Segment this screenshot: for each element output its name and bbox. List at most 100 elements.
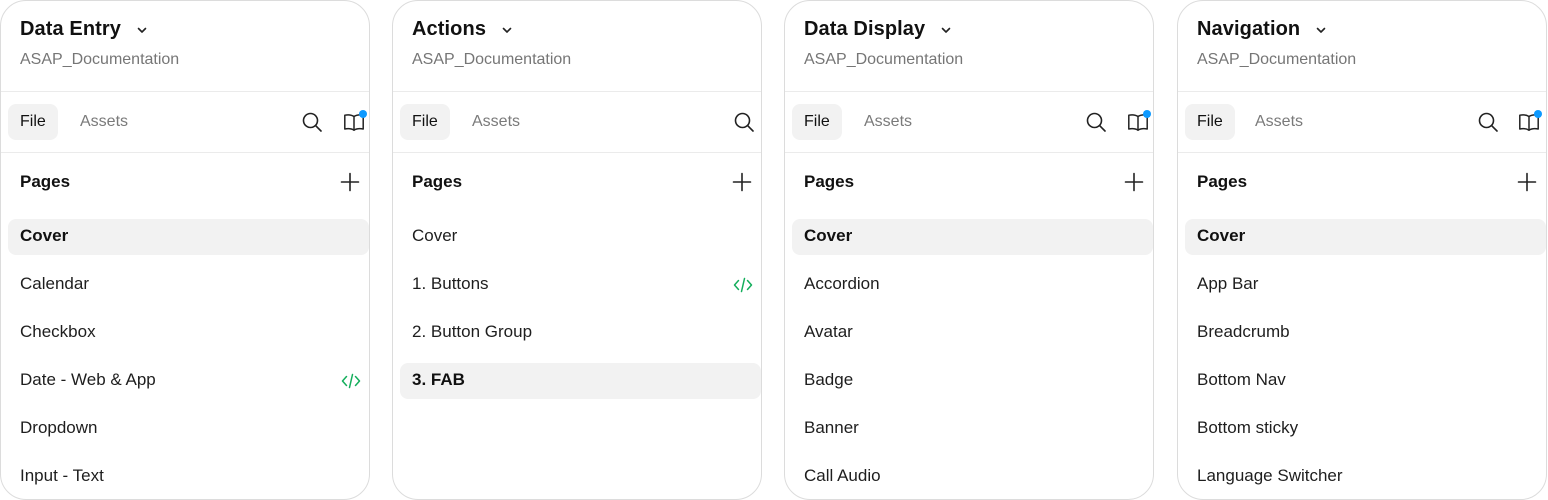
page-list: Cover App Bar Breadcrumb Bottom Nav Bott… [1178, 217, 1546, 499]
tab-assets[interactable]: Assets [852, 104, 924, 140]
file-title[interactable]: Data Display [804, 18, 925, 41]
page-item[interactable]: 3. FAB [393, 361, 761, 409]
page-item[interactable]: Cover [785, 217, 1153, 265]
page-item-label: Call Audio [804, 466, 881, 485]
page-item-label: Date - Web & App [20, 370, 156, 389]
layers-panel-actions: Actions ASAP_Documentation File Assets P… [392, 0, 762, 500]
panel-header: Navigation ASAP_Documentation [1178, 1, 1546, 92]
pages-label: Pages [1197, 172, 1248, 191]
page-list: Cover Calendar Checkbox Date - Web & App… [1, 217, 369, 499]
page-item[interactable]: Badge [785, 361, 1153, 409]
page-item-label: 1. Buttons [412, 274, 489, 293]
code-icon [341, 373, 361, 389]
project-name[interactable]: ASAP_Documentation [20, 51, 179, 69]
plus-icon[interactable] [1123, 171, 1145, 193]
panel-tabs: File Assets [393, 92, 761, 153]
pages-label: Pages [804, 172, 855, 191]
page-item-label: Language Switcher [1197, 466, 1343, 485]
file-title[interactable]: Actions [412, 18, 486, 41]
panel-header: Data Display ASAP_Documentation [785, 1, 1153, 92]
file-title-menu[interactable]: Actions [412, 18, 514, 41]
page-item-label: Dropdown [20, 418, 98, 437]
file-title-menu[interactable]: Data Entry [20, 18, 149, 41]
page-item-label: Cover [20, 226, 69, 245]
page-item[interactable]: Calendar [1, 265, 369, 313]
search-icon[interactable] [732, 110, 756, 134]
layers-panel-data-entry: Data Entry ASAP_Documentation File Asset… [0, 0, 370, 500]
panel-tabs: File Assets [1178, 92, 1546, 153]
search-icon[interactable] [1476, 110, 1500, 134]
pages-header: Pages [393, 152, 761, 212]
page-item[interactable]: Dropdown [1, 409, 369, 457]
page-list: Cover Accordion Avatar Badge Banner Call… [785, 217, 1153, 499]
page-item[interactable]: Call Audio [785, 457, 1153, 499]
code-icon [733, 277, 753, 293]
project-name[interactable]: ASAP_Documentation [1197, 51, 1356, 69]
page-item-label: Calendar [20, 274, 89, 293]
tab-file[interactable]: File [8, 104, 58, 140]
page-item-label: Cover [804, 226, 853, 245]
tab-file[interactable]: File [400, 104, 450, 140]
project-name[interactable]: ASAP_Documentation [804, 51, 963, 69]
tab-file[interactable]: File [792, 104, 842, 140]
search-icon[interactable] [1084, 110, 1108, 134]
page-item[interactable]: Cover [1178, 217, 1546, 265]
page-item[interactable]: Cover [1, 217, 369, 265]
page-item-label: Bottom Nav [1197, 370, 1286, 389]
page-item[interactable]: 1. Buttons [393, 265, 761, 313]
page-item[interactable]: Date - Web & App [1, 361, 369, 409]
search-icon[interactable] [300, 110, 324, 134]
page-item[interactable]: Banner [785, 409, 1153, 457]
file-title[interactable]: Data Entry [20, 18, 121, 41]
page-item-label: Banner [804, 418, 859, 437]
pages-header: Pages [785, 152, 1153, 212]
notification-dot [1143, 110, 1151, 118]
page-item[interactable]: Language Switcher [1178, 457, 1546, 499]
tab-assets[interactable]: Assets [68, 104, 140, 140]
page-item[interactable]: Avatar [785, 313, 1153, 361]
page-item[interactable]: Checkbox [1, 313, 369, 361]
page-item-label: Input - Text [20, 466, 104, 485]
page-item-label: Cover [1197, 226, 1246, 245]
page-list: Cover 1. Buttons 2. Button Group 3. FAB [393, 217, 761, 409]
page-item-label: Cover [412, 226, 458, 245]
page-item-label: Badge [804, 370, 854, 389]
pages-label: Pages [412, 172, 463, 191]
tab-assets[interactable]: Assets [1243, 104, 1315, 140]
page-item[interactable]: App Bar [1178, 265, 1546, 313]
plus-icon[interactable] [1516, 171, 1538, 193]
page-item-label: Avatar [804, 322, 853, 341]
page-item[interactable]: Bottom sticky [1178, 409, 1546, 457]
notification-dot [1534, 110, 1542, 118]
file-title-menu[interactable]: Data Display [804, 18, 953, 41]
plus-icon[interactable] [731, 171, 753, 193]
page-item[interactable]: Accordion [785, 265, 1153, 313]
page-item-label: Checkbox [20, 322, 96, 341]
page-item[interactable]: Input - Text [1, 457, 369, 499]
page-item[interactable]: Bottom Nav [1178, 361, 1546, 409]
layers-panel-navigation: Navigation ASAP_Documentation File Asset… [1177, 0, 1547, 500]
plus-icon[interactable] [339, 171, 361, 193]
pages-header: Pages [1178, 152, 1546, 212]
page-item-label: App Bar [1197, 274, 1259, 293]
panel-tabs: File Assets [785, 92, 1153, 153]
page-item-label: Breadcrumb [1197, 322, 1290, 341]
page-item[interactable]: Cover [393, 217, 761, 265]
panel-header: Data Entry ASAP_Documentation [1, 1, 369, 92]
chevron-down-icon[interactable] [1314, 23, 1328, 37]
page-item-label: Bottom sticky [1197, 418, 1299, 437]
chevron-down-icon[interactable] [500, 23, 514, 37]
file-title-menu[interactable]: Navigation [1197, 18, 1328, 41]
chevron-down-icon[interactable] [939, 23, 953, 37]
page-item-label: 2. Button Group [412, 322, 533, 341]
tab-file[interactable]: File [1185, 104, 1235, 140]
chevron-down-icon[interactable] [135, 23, 149, 37]
pages-label: Pages [20, 172, 71, 191]
page-item[interactable]: Breadcrumb [1178, 313, 1546, 361]
page-item-label: Accordion [804, 274, 880, 293]
file-title[interactable]: Navigation [1197, 18, 1300, 41]
tab-assets[interactable]: Assets [460, 104, 532, 140]
page-item[interactable]: 2. Button Group [393, 313, 761, 361]
project-name[interactable]: ASAP_Documentation [412, 51, 571, 69]
panel-tabs: File Assets [1, 92, 369, 153]
